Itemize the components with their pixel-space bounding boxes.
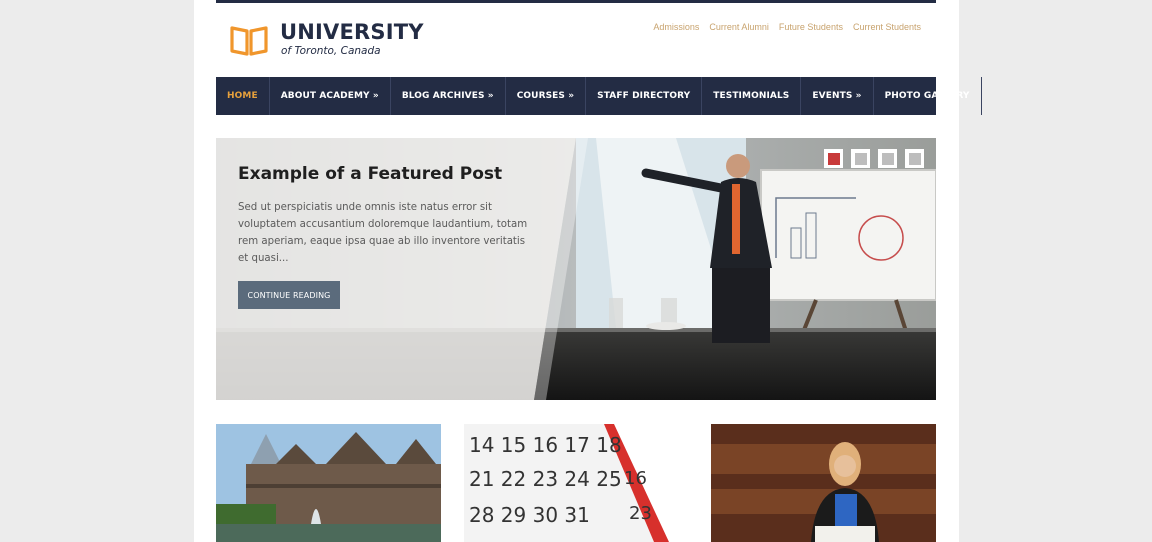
slider-dot-1[interactable] [824,149,843,168]
site-logo[interactable]: UNIVERSITY of Toronto, Canada [230,22,424,58]
continue-reading-button[interactable]: CONTINUE READING [238,281,340,309]
featured-title[interactable]: Example of a Featured Post [238,164,502,184]
nav-item-events[interactable]: EVENTS » [801,77,874,115]
campus-image [216,424,441,542]
featured-excerpt: Sed ut perspiciatis unde omnis iste natu… [238,202,528,264]
featured-slider: Example of a Featured Post Sed ut perspi… [216,138,936,400]
site-title: UNIVERSITY [280,20,424,44]
svg-text:21 22 23 24 25: 21 22 23 24 25 [469,467,622,491]
slider-dot-4[interactable] [905,149,924,168]
top-link-current-alumni[interactable]: Current Alumni [709,22,769,32]
slider-dot-3[interactable] [878,149,897,168]
main-navigation: HOME ABOUT ACADEMY » BLOG ARCHIVES » COU… [216,77,982,115]
slider-dot-2[interactable] [851,149,870,168]
thumbnail-student[interactable] [711,424,936,542]
nav-item-home[interactable]: HOME [216,77,270,115]
open-book-icon [230,26,268,56]
nav-item-testimonials[interactable]: TESTIMONIALS [702,77,802,115]
page-container: UNIVERSITY of Toronto, Canada Admissions… [194,0,982,542]
nav-item-photo-gallery[interactable]: PHOTO GALLERY [874,77,982,115]
site-subtitle: of Toronto, Canada [281,45,381,57]
svg-text:28 29 30 31: 28 29 30 31 [469,503,590,527]
slider-pagination [824,149,924,168]
svg-text:23: 23 [629,503,652,524]
nav-item-about-academy[interactable]: ABOUT ACADEMY » [270,77,391,115]
top-accent-line [216,0,936,3]
top-link-admissions[interactable]: Admissions [653,22,699,32]
calendar-image: 14 15 16 17 18 21 22 23 24 25 28 29 30 3… [464,424,689,542]
top-link-future-students[interactable]: Future Students [779,22,843,32]
nav-item-staff-directory[interactable]: STAFF DIRECTORY [586,77,703,115]
student-image [711,424,936,542]
thumbnail-row: 14 15 16 17 18 21 22 23 24 25 28 29 30 3… [216,424,936,542]
nav-item-courses[interactable]: COURSES » [506,77,587,115]
thumbnail-calendar[interactable]: 14 15 16 17 18 21 22 23 24 25 28 29 30 3… [464,424,689,542]
svg-text:16: 16 [624,468,647,489]
thumbnail-campus[interactable] [216,424,441,542]
nav-item-blog-archives[interactable]: BLOG ARCHIVES » [391,77,506,115]
top-link-current-students[interactable]: Current Students [853,22,921,32]
svg-text:14 15 16 17 18: 14 15 16 17 18 [469,433,622,457]
top-links: Admissions Current Alumni Future Student… [653,22,921,32]
